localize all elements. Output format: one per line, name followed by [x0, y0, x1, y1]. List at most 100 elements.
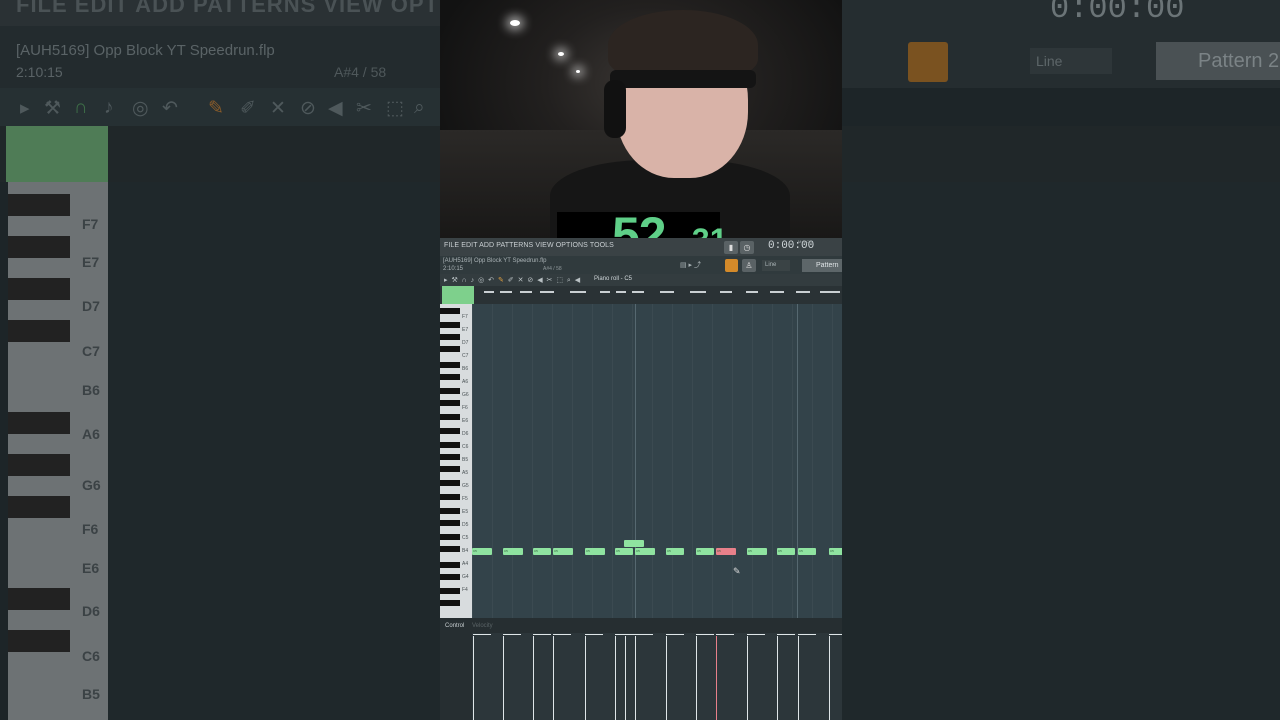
bg-magnet-icon: ∩ — [74, 97, 88, 118]
velocity-lane[interactable] — [472, 633, 842, 720]
stamp-icon[interactable]: ♙ — [742, 259, 756, 272]
bg-note-icon: ♪ — [104, 97, 114, 118]
velocity-cap — [473, 634, 491, 635]
velocity-bar[interactable] — [635, 636, 636, 720]
black-key[interactable] — [440, 546, 460, 552]
note-label: C5 — [697, 549, 701, 553]
bg-grid-left — [108, 182, 440, 720]
bg-key-label: D7 — [82, 298, 100, 314]
black-key[interactable] — [440, 454, 460, 460]
metronome-button[interactable]: ◷ — [740, 241, 754, 254]
black-key[interactable] — [440, 334, 460, 340]
note-block[interactable] — [624, 540, 644, 547]
black-key[interactable] — [440, 574, 460, 580]
bg-undo-icon: ↶ — [162, 98, 178, 119]
black-key[interactable] — [440, 388, 460, 394]
black-key[interactable] — [440, 414, 460, 420]
black-key[interactable] — [440, 400, 460, 406]
key-label: G6 — [462, 392, 469, 398]
note-label: C5 — [778, 549, 782, 553]
bg-key-label: A6 — [82, 426, 100, 442]
line-mode-select[interactable]: Line — [762, 260, 790, 271]
velocity-bar[interactable] — [553, 636, 554, 720]
black-key[interactable] — [440, 362, 460, 368]
velocity-cap — [635, 634, 653, 635]
black-key[interactable] — [440, 600, 460, 606]
velocity-cap — [533, 634, 551, 635]
bar-line — [797, 304, 798, 618]
bg-grid-right — [842, 182, 1280, 720]
bg-pencil-icon: ✎ — [208, 98, 224, 119]
black-key[interactable] — [440, 346, 460, 352]
black-key[interactable] — [440, 308, 460, 314]
project-title: [AUH5169] Opp Block YT Speedrun.flp — [443, 258, 547, 264]
black-key[interactable] — [440, 534, 460, 540]
timeline-dash — [660, 291, 674, 293]
note-readout: A#4 / 58 — [543, 266, 562, 272]
control-label[interactable]: Control — [445, 623, 464, 629]
pattern-selector[interactable]: Pattern 2 — [802, 259, 842, 282]
velocity-bar[interactable] — [696, 636, 697, 720]
bg-black-key — [8, 454, 70, 476]
velocity-cap — [829, 634, 842, 635]
black-key[interactable] — [440, 466, 460, 472]
black-key[interactable] — [440, 480, 460, 486]
timeline-dash — [500, 291, 512, 293]
bg-key-label: B6 — [82, 382, 100, 398]
velocity-bar[interactable] — [798, 636, 799, 720]
velocity-bar[interactable] — [666, 636, 667, 720]
timeline[interactable] — [440, 286, 842, 304]
key-label: B4 — [462, 548, 469, 554]
key-label: F5 — [462, 496, 468, 502]
velocity-cap — [716, 634, 734, 635]
velocity-bar[interactable] — [533, 636, 534, 720]
velocity-bar[interactable] — [716, 636, 717, 720]
bg-key-label: E7 — [82, 254, 100, 270]
velocity-bar[interactable] — [625, 636, 626, 720]
black-key[interactable] — [440, 588, 460, 594]
velocity-bar[interactable] — [503, 636, 504, 720]
key-label: B6 — [462, 366, 469, 372]
velocity-bar[interactable] — [829, 636, 830, 720]
piano-roll-tools[interactable]: ▸ ⚒ ∩ ♪ ◎ ↶ ✎ ✐ ✕ ⊘ ◀ ✂ ⬚ ⌕ ◀ — [444, 276, 581, 285]
bg-note-readout: A#4 / 58 — [334, 64, 387, 80]
timeline-strip — [442, 286, 474, 304]
velocity-bar[interactable] — [615, 636, 616, 720]
key-label: A4 — [462, 561, 469, 567]
bg-black-key — [8, 236, 70, 258]
bg-key-label: F7 — [82, 216, 99, 232]
snap-icons[interactable]: ▤ ▸ ⤴ — [680, 260, 701, 270]
velocity-bar[interactable] — [585, 636, 586, 720]
note-label: C5 — [616, 549, 620, 553]
black-key[interactable] — [440, 508, 460, 514]
webcam-feed — [440, 0, 842, 238]
note-label: C5 — [748, 549, 752, 553]
menu-items[interactable]: FILE EDIT ADD PATTERNS VIEW OPTIONS TOOL… — [444, 242, 614, 249]
record-button[interactable]: ▮ — [724, 241, 738, 254]
headband — [610, 70, 756, 88]
ceiling-light — [510, 20, 520, 26]
black-key[interactable] — [440, 428, 460, 434]
control-target[interactable]: Velocity — [472, 623, 493, 629]
link-icon[interactable] — [725, 259, 738, 272]
pencil-icon[interactable]: ✎ — [498, 277, 505, 284]
black-key[interactable] — [440, 374, 460, 380]
velocity-bar[interactable] — [473, 636, 474, 720]
black-key[interactable] — [440, 442, 460, 448]
bg-key-label: G6 — [82, 477, 101, 493]
bg-project-time: 2:10:15 — [16, 64, 63, 80]
black-key[interactable] — [440, 520, 460, 526]
key-label: G5 — [462, 483, 469, 489]
velocity-bar[interactable] — [747, 636, 748, 720]
velocity-cap — [585, 634, 603, 635]
key-label: D5 — [462, 522, 469, 528]
black-key[interactable] — [440, 562, 460, 568]
black-key[interactable] — [440, 494, 460, 500]
bg-key-label: B5 — [82, 686, 100, 702]
time-display-label: M:S:CS — [798, 239, 812, 244]
black-key[interactable] — [440, 322, 460, 328]
note-grid[interactable] — [472, 304, 842, 618]
key-label: F7 — [462, 314, 468, 320]
velocity-bar[interactable] — [777, 636, 778, 720]
bg-brush-icon: ✐ — [240, 98, 256, 119]
